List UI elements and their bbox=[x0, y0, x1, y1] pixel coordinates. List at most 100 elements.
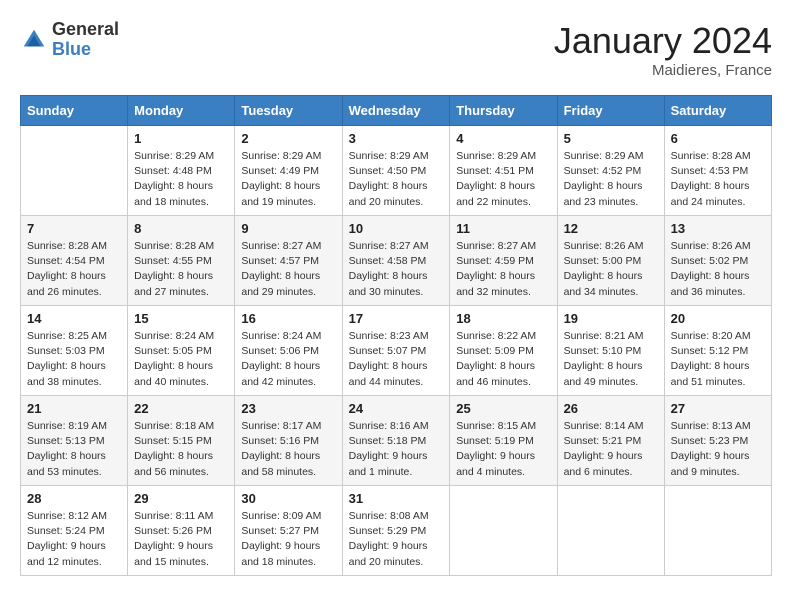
daylight-text: Daylight: 9 hours and 1 minute. bbox=[349, 450, 428, 477]
day-info: Sunrise: 8:29 AM Sunset: 4:50 PM Dayligh… bbox=[349, 149, 444, 210]
weekday-header: Wednesday bbox=[342, 96, 450, 126]
day-number: 19 bbox=[564, 311, 658, 326]
calendar-cell bbox=[664, 486, 771, 576]
calendar-cell: 21 Sunrise: 8:19 AM Sunset: 5:13 PM Dayl… bbox=[21, 396, 128, 486]
day-info: Sunrise: 8:29 AM Sunset: 4:52 PM Dayligh… bbox=[564, 149, 658, 210]
daylight-text: Daylight: 8 hours and 34 minutes. bbox=[564, 270, 643, 297]
sunrise-text: Sunrise: 8:20 AM bbox=[671, 330, 751, 342]
day-info: Sunrise: 8:12 AM Sunset: 5:24 PM Dayligh… bbox=[27, 509, 121, 570]
sunset-text: Sunset: 4:49 PM bbox=[241, 165, 319, 177]
logo-blue-text: Blue bbox=[52, 40, 119, 60]
day-info: Sunrise: 8:29 AM Sunset: 4:49 PM Dayligh… bbox=[241, 149, 335, 210]
daylight-text: Daylight: 8 hours and 42 minutes. bbox=[241, 360, 320, 387]
sunset-text: Sunset: 5:16 PM bbox=[241, 435, 319, 447]
daylight-text: Daylight: 8 hours and 38 minutes. bbox=[27, 360, 106, 387]
daylight-text: Daylight: 9 hours and 20 minutes. bbox=[349, 540, 428, 567]
daylight-text: Daylight: 9 hours and 18 minutes. bbox=[241, 540, 320, 567]
sunrise-text: Sunrise: 8:28 AM bbox=[134, 240, 214, 252]
calendar-cell: 29 Sunrise: 8:11 AM Sunset: 5:26 PM Dayl… bbox=[128, 486, 235, 576]
calendar-cell: 26 Sunrise: 8:14 AM Sunset: 5:21 PM Dayl… bbox=[557, 396, 664, 486]
sunset-text: Sunset: 5:26 PM bbox=[134, 525, 212, 537]
sunrise-text: Sunrise: 8:27 AM bbox=[241, 240, 321, 252]
calendar-cell: 6 Sunrise: 8:28 AM Sunset: 4:53 PM Dayli… bbox=[664, 126, 771, 216]
calendar-cell: 23 Sunrise: 8:17 AM Sunset: 5:16 PM Dayl… bbox=[235, 396, 342, 486]
day-number: 15 bbox=[134, 311, 228, 326]
weekday-header: Sunday bbox=[21, 96, 128, 126]
daylight-text: Daylight: 9 hours and 4 minutes. bbox=[456, 450, 535, 477]
sunrise-text: Sunrise: 8:26 AM bbox=[671, 240, 751, 252]
daylight-text: Daylight: 8 hours and 40 minutes. bbox=[134, 360, 213, 387]
daylight-text: Daylight: 8 hours and 19 minutes. bbox=[241, 180, 320, 207]
sunrise-text: Sunrise: 8:24 AM bbox=[241, 330, 321, 342]
calendar-table: SundayMondayTuesdayWednesdayThursdayFrid… bbox=[20, 95, 772, 576]
weekday-header-row: SundayMondayTuesdayWednesdayThursdayFrid… bbox=[21, 96, 772, 126]
sunset-text: Sunset: 5:29 PM bbox=[349, 525, 427, 537]
day-number: 4 bbox=[456, 131, 550, 146]
calendar-cell bbox=[21, 126, 128, 216]
calendar-cell: 8 Sunrise: 8:28 AM Sunset: 4:55 PM Dayli… bbox=[128, 216, 235, 306]
sunrise-text: Sunrise: 8:22 AM bbox=[456, 330, 536, 342]
calendar-cell: 11 Sunrise: 8:27 AM Sunset: 4:59 PM Dayl… bbox=[450, 216, 557, 306]
daylight-text: Daylight: 8 hours and 53 minutes. bbox=[27, 450, 106, 477]
day-info: Sunrise: 8:27 AM Sunset: 4:59 PM Dayligh… bbox=[456, 239, 550, 300]
day-info: Sunrise: 8:25 AM Sunset: 5:03 PM Dayligh… bbox=[27, 329, 121, 390]
sunset-text: Sunset: 4:52 PM bbox=[564, 165, 642, 177]
logo-icon bbox=[20, 26, 48, 54]
day-info: Sunrise: 8:28 AM Sunset: 4:54 PM Dayligh… bbox=[27, 239, 121, 300]
sunset-text: Sunset: 4:59 PM bbox=[456, 255, 534, 267]
sunrise-text: Sunrise: 8:19 AM bbox=[27, 420, 107, 432]
day-info: Sunrise: 8:18 AM Sunset: 5:15 PM Dayligh… bbox=[134, 419, 228, 480]
day-info: Sunrise: 8:21 AM Sunset: 5:10 PM Dayligh… bbox=[564, 329, 658, 390]
sunset-text: Sunset: 4:54 PM bbox=[27, 255, 105, 267]
sunset-text: Sunset: 5:21 PM bbox=[564, 435, 642, 447]
sunset-text: Sunset: 5:27 PM bbox=[241, 525, 319, 537]
day-number: 7 bbox=[27, 221, 121, 236]
day-info: Sunrise: 8:13 AM Sunset: 5:23 PM Dayligh… bbox=[671, 419, 765, 480]
calendar-cell: 4 Sunrise: 8:29 AM Sunset: 4:51 PM Dayli… bbox=[450, 126, 557, 216]
logo-text: General Blue bbox=[52, 20, 119, 60]
daylight-text: Daylight: 8 hours and 30 minutes. bbox=[349, 270, 428, 297]
sunset-text: Sunset: 4:50 PM bbox=[349, 165, 427, 177]
sunset-text: Sunset: 4:55 PM bbox=[134, 255, 212, 267]
daylight-text: Daylight: 8 hours and 29 minutes. bbox=[241, 270, 320, 297]
day-number: 22 bbox=[134, 401, 228, 416]
day-number: 16 bbox=[241, 311, 335, 326]
sunrise-text: Sunrise: 8:13 AM bbox=[671, 420, 751, 432]
day-number: 8 bbox=[134, 221, 228, 236]
location: Maidieres, France bbox=[554, 62, 772, 79]
sunset-text: Sunset: 4:57 PM bbox=[241, 255, 319, 267]
calendar-cell: 19 Sunrise: 8:21 AM Sunset: 5:10 PM Dayl… bbox=[557, 306, 664, 396]
sunset-text: Sunset: 5:02 PM bbox=[671, 255, 749, 267]
day-number: 3 bbox=[349, 131, 444, 146]
day-number: 1 bbox=[134, 131, 228, 146]
day-number: 9 bbox=[241, 221, 335, 236]
calendar-cell: 20 Sunrise: 8:20 AM Sunset: 5:12 PM Dayl… bbox=[664, 306, 771, 396]
day-info: Sunrise: 8:22 AM Sunset: 5:09 PM Dayligh… bbox=[456, 329, 550, 390]
calendar-cell: 31 Sunrise: 8:08 AM Sunset: 5:29 PM Dayl… bbox=[342, 486, 450, 576]
day-info: Sunrise: 8:09 AM Sunset: 5:27 PM Dayligh… bbox=[241, 509, 335, 570]
sunset-text: Sunset: 4:48 PM bbox=[134, 165, 212, 177]
day-number: 30 bbox=[241, 491, 335, 506]
daylight-text: Daylight: 8 hours and 51 minutes. bbox=[671, 360, 750, 387]
sunrise-text: Sunrise: 8:11 AM bbox=[134, 510, 213, 522]
calendar-cell: 24 Sunrise: 8:16 AM Sunset: 5:18 PM Dayl… bbox=[342, 396, 450, 486]
day-number: 26 bbox=[564, 401, 658, 416]
calendar-cell: 12 Sunrise: 8:26 AM Sunset: 5:00 PM Dayl… bbox=[557, 216, 664, 306]
logo: General Blue bbox=[20, 20, 119, 60]
calendar-week-row: 21 Sunrise: 8:19 AM Sunset: 5:13 PM Dayl… bbox=[21, 396, 772, 486]
calendar-cell: 17 Sunrise: 8:23 AM Sunset: 5:07 PM Dayl… bbox=[342, 306, 450, 396]
daylight-text: Daylight: 8 hours and 32 minutes. bbox=[456, 270, 535, 297]
daylight-text: Daylight: 8 hours and 58 minutes. bbox=[241, 450, 320, 477]
calendar-week-row: 28 Sunrise: 8:12 AM Sunset: 5:24 PM Dayl… bbox=[21, 486, 772, 576]
sunset-text: Sunset: 5:00 PM bbox=[564, 255, 642, 267]
sunset-text: Sunset: 5:05 PM bbox=[134, 345, 212, 357]
sunset-text: Sunset: 4:51 PM bbox=[456, 165, 534, 177]
sunset-text: Sunset: 5:10 PM bbox=[564, 345, 642, 357]
day-number: 28 bbox=[27, 491, 121, 506]
calendar-cell bbox=[450, 486, 557, 576]
day-info: Sunrise: 8:08 AM Sunset: 5:29 PM Dayligh… bbox=[349, 509, 444, 570]
sunset-text: Sunset: 5:07 PM bbox=[349, 345, 427, 357]
calendar-cell: 30 Sunrise: 8:09 AM Sunset: 5:27 PM Dayl… bbox=[235, 486, 342, 576]
calendar-cell: 13 Sunrise: 8:26 AM Sunset: 5:02 PM Dayl… bbox=[664, 216, 771, 306]
day-info: Sunrise: 8:16 AM Sunset: 5:18 PM Dayligh… bbox=[349, 419, 444, 480]
